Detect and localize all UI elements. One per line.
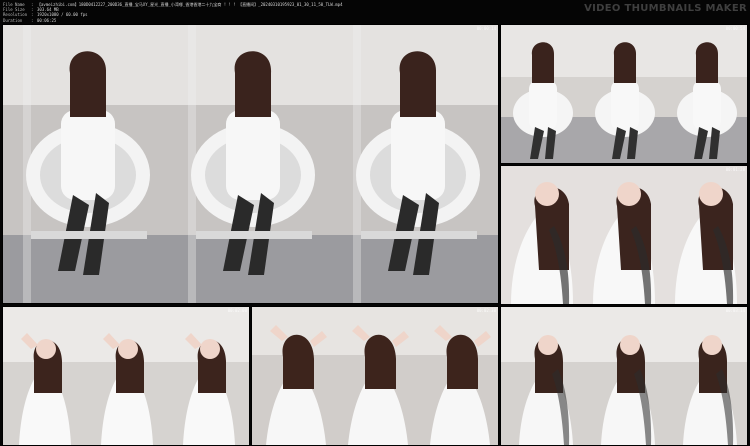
- duration-value: 00:06:25: [37, 17, 57, 23]
- timestamp-4: 00:02:08: [227, 308, 247, 313]
- thumbnail-2[interactable]: 00:00:54: [501, 25, 747, 163]
- duration-key: Duration: [3, 17, 23, 23]
- timestamp-5: 00:02:38: [476, 308, 496, 313]
- brand-watermark: VIDEO THUMBNAILS MAKER: [584, 3, 747, 14]
- duration-row: Duration:00:06:25: [3, 17, 57, 23]
- timestamp-2: 00:00:54: [725, 26, 745, 31]
- scene-turning-pose-image: [501, 307, 747, 445]
- timestamp-6: 00:03:14: [725, 308, 745, 313]
- scene-standing-image: [501, 25, 747, 163]
- thumbnail-6[interactable]: 00:03:14: [501, 307, 747, 445]
- file-name-value: 【avmeizhibi.com】180D0412227_200D36_直播_宝马…: [37, 2, 343, 7]
- thumbnail-3[interactable]: 00:01:28: [501, 166, 747, 304]
- scene-closeup-image: [501, 166, 747, 304]
- scene-seated-large-image: [3, 25, 498, 303]
- thumbnail-4[interactable]: 00:02:08: [3, 307, 249, 445]
- timestamp-3: 00:01:28: [725, 167, 745, 172]
- thumbnail-5[interactable]: 00:02:38: [252, 307, 498, 445]
- thumbnail-sheet: File Name: 【avmeizhibi.com】180D0412227_20…: [0, 0, 750, 446]
- file-info-panel: File Name: 【avmeizhibi.com】180D0412227_20…: [3, 2, 563, 23]
- scene-back-pose-image: [252, 307, 498, 445]
- scene-standing-pose-1-image: [3, 307, 249, 445]
- thumbnail-1[interactable]: 00:00:14: [3, 25, 498, 303]
- timestamp-1: 00:00:14: [476, 26, 496, 31]
